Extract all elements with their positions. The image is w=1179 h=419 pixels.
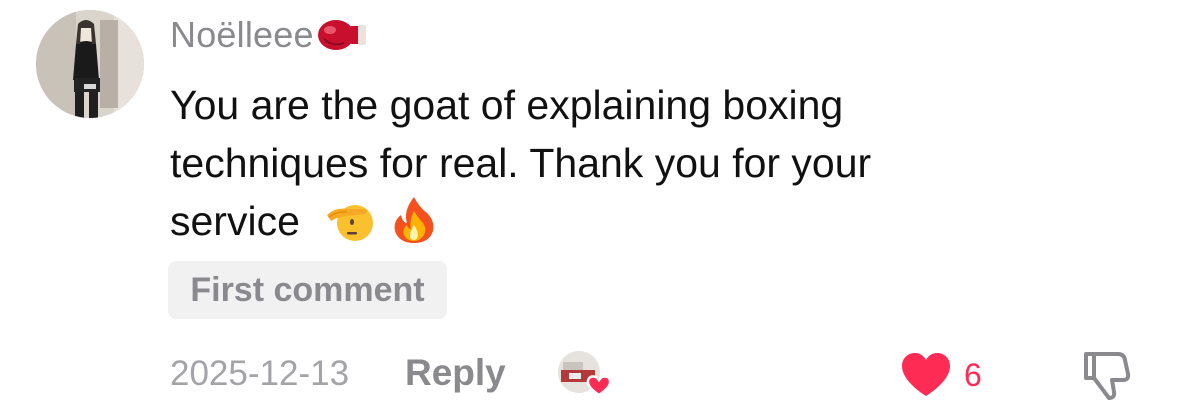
heart-icon — [902, 353, 950, 396]
first-comment-badge: First comment — [168, 261, 447, 319]
like-count: 6 — [964, 356, 982, 393]
username-row: Noëlleee — [170, 10, 368, 60]
avatar-photo — [36, 10, 144, 118]
saluting-face-icon — [325, 195, 375, 245]
boxing-glove-icon — [316, 17, 368, 53]
comment-line-3: service — [170, 192, 1070, 250]
comment-line-3-text: service — [170, 198, 300, 244]
like-button[interactable]: 6 — [900, 348, 982, 402]
comment-text: You are the goat of explaining boxing te… — [170, 76, 1070, 250]
dislike-button[interactable] — [1080, 348, 1132, 402]
comment-date: 2025-12-13 — [170, 354, 350, 393]
comment-footer: 2025-12-13 Reply 6 — [0, 340, 1179, 410]
avatar[interactable] — [36, 10, 144, 118]
comment-line-1: You are the goat of explaining boxing — [170, 82, 844, 128]
username[interactable]: Noëlleee — [170, 14, 314, 56]
creator-liked-icon — [555, 348, 613, 404]
comment-item: Noëlleee You are the goat of explaining … — [0, 0, 1179, 419]
comment-line-2: techniques for real. Thank you for your — [170, 140, 872, 186]
fire-icon — [389, 195, 439, 245]
reply-button[interactable]: Reply — [405, 352, 506, 394]
thumbs-down-icon — [1084, 352, 1131, 400]
